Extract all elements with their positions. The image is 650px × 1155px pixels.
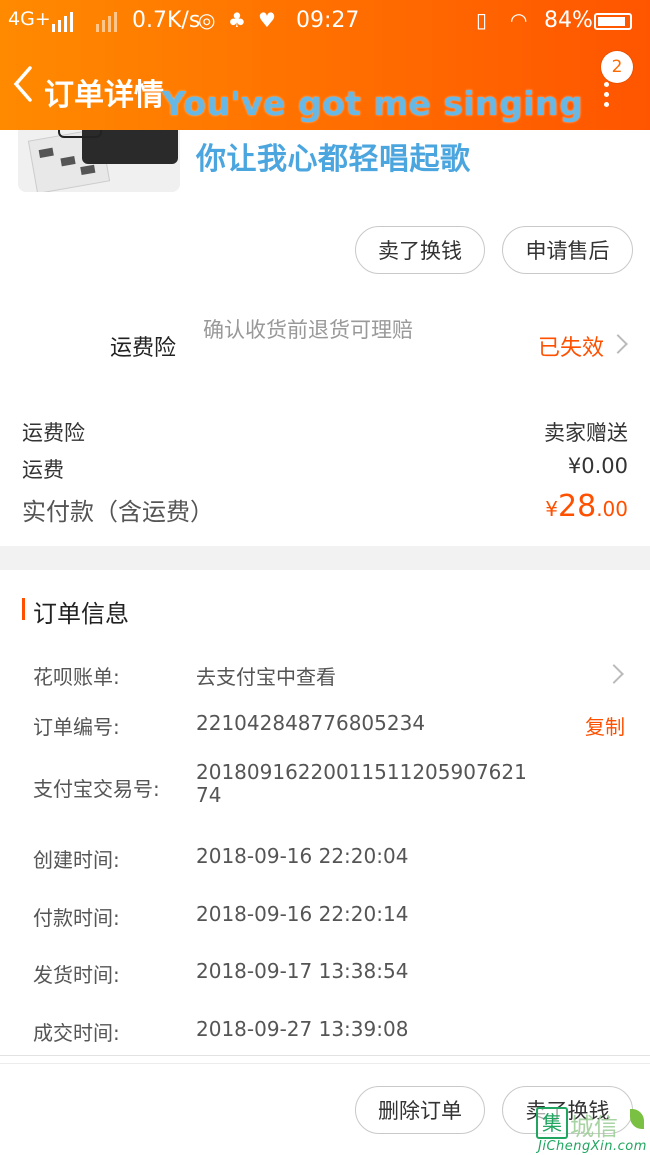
time-value: 2018-09-17 13:38:54 [196,959,409,983]
message-count-badge: 2 [601,51,633,83]
delete-order-button[interactable]: 删除订单 [355,1086,485,1134]
chevron-right-icon[interactable] [608,334,628,354]
time-label: 发货时间: [33,963,120,987]
section-accent [22,598,25,620]
vibrate-icon: ▯ [476,8,488,32]
watermark-name: 城信 [570,1113,618,1141]
chevron-right-icon[interactable] [604,664,624,684]
vpn-shield-icon: ♥ [258,8,276,32]
battery-icon [594,13,632,30]
page-title: 订单详情 [44,78,164,113]
time-label: 付款时间: [33,906,120,930]
more-menu-icon[interactable] [601,80,611,107]
alipay-no-value: 2018091622001151120590762174 [196,760,527,807]
battery-percent: 84% [544,8,593,33]
order-no-label: 订单编号: [33,715,120,739]
network-speed: 0.7K/s [132,8,201,33]
section-divider [0,546,650,570]
signal-2-icon [96,12,117,32]
watermark-logo: 集 [536,1107,568,1139]
shipping-insurance-label: 运费险 [110,336,177,361]
watermark-url: JiChengXin.com [538,1139,647,1154]
sell-for-cash-button[interactable]: 卖了换钱 [355,226,485,274]
cost-value: ¥0.00 [567,454,628,478]
netease-music-icon: ◎ [198,8,216,32]
shipping-insurance-status[interactable]: 已失效 [538,330,604,362]
cost-label: 运费险 [22,421,85,445]
apply-after-sale-button[interactable]: 申请售后 [502,226,633,274]
time-value: 2018-09-16 22:20:14 [196,902,409,926]
lyric-chinese: 你让我心都轻唱起歌 [196,142,471,177]
site-watermark: 集 城信 JiChengXin.com [534,1105,650,1155]
time-value: 2018-09-16 22:20:04 [196,844,409,868]
huabei-link[interactable]: 去支付宝中查看 [196,661,336,690]
leaf-icon [630,1109,644,1129]
lyric-english: You've got me singing [162,84,584,123]
footer-divider [0,1055,650,1056]
total-paid-label: 实付款（含运费） [22,498,214,526]
alipay-no-label: 支付宝交易号: [33,777,160,801]
clock: 09:27 [296,8,360,33]
qq-icon: ♣ [228,8,246,32]
cost-label: 运费 [22,458,64,482]
order-no-value: 2210428487768052​34 [196,711,426,735]
time-value: 2018-09-27 13:39:08 [196,1017,409,1041]
status-bar: 4G+ 0.7K/s ◎ ♣ ♥ 09:27 ▯ ◠ 84% [0,0,650,44]
time-label: 创建时间: [33,848,120,872]
footer-divider [0,1063,650,1064]
huabei-label: 花呗账单: [33,665,120,689]
time-label: 成交时间: [33,1021,120,1045]
wifi-icon: ◠ [510,8,528,32]
signal-icon [52,12,73,32]
cost-value: 卖家赠送 [544,421,628,445]
total-paid-amount: ¥28.00 [545,489,628,524]
back-arrow-icon[interactable] [10,62,40,106]
shipping-insurance-desc: 确认收货前退货可理赔 [203,318,413,342]
order-info-title: 订单信息 [33,600,129,628]
network-type: 4G+ [8,8,51,30]
copy-order-no-button[interactable]: 复制 [585,711,625,740]
